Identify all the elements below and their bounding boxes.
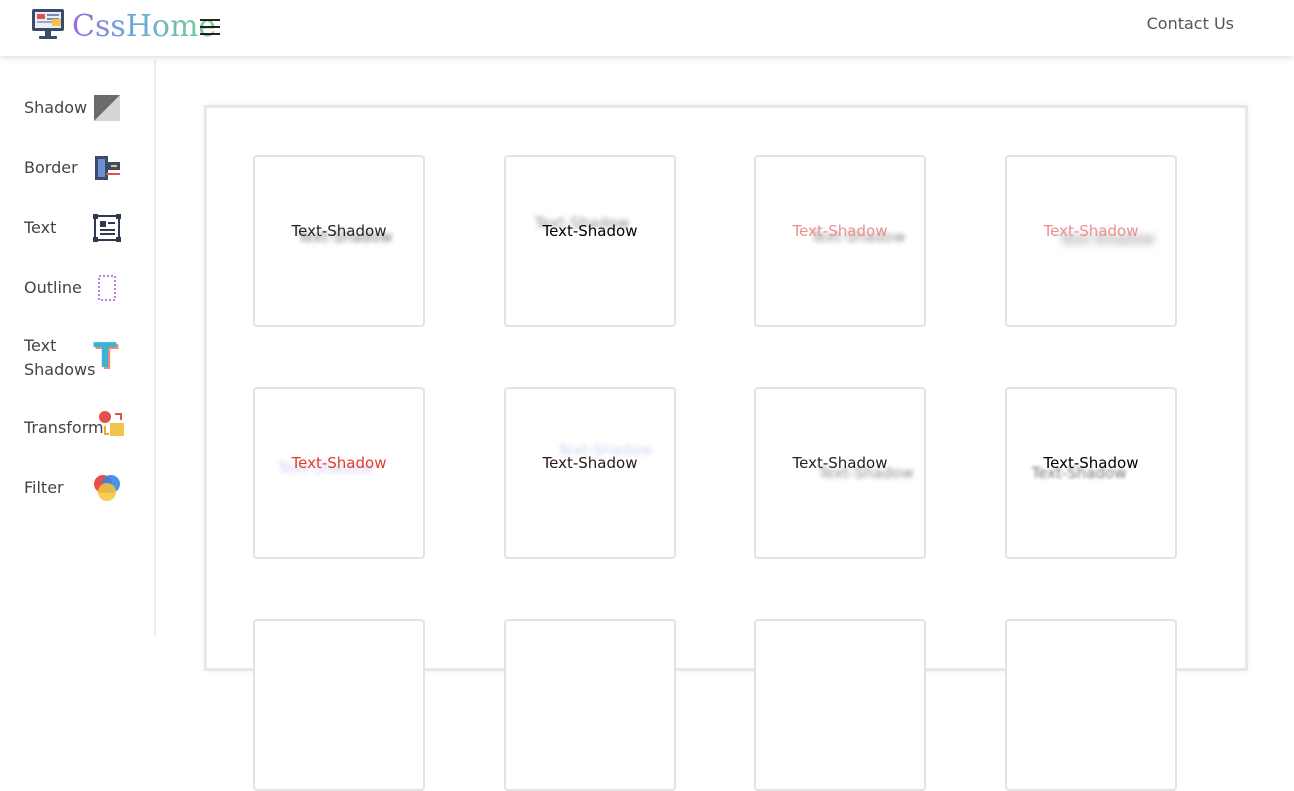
sidebar: Shadow Border Text Outline Text Shadows … (0, 60, 156, 636)
outline-icon (98, 275, 116, 301)
text-icon (93, 214, 121, 242)
text-shadow-demo: Text-Shadow (792, 222, 888, 240)
text-shadow-demo: Text-Shadow (542, 454, 638, 472)
sidebar-item-text-shadows[interactable]: Text Shadows T T (24, 334, 119, 382)
sidebar-item-transform[interactable]: Transform (24, 411, 144, 440)
text-shadow-card-4[interactable]: Text-Shadow (1005, 155, 1177, 327)
text-shadow-card-6[interactable]: Text-Shadow (504, 387, 676, 559)
svg-text:T: T (93, 342, 117, 372)
text-shadow-demo: Text-Shadow (1043, 454, 1139, 472)
sidebar-item-filter[interactable]: Filter (24, 475, 144, 501)
sidebar-item-outline[interactable]: Outline (24, 275, 144, 301)
text-shadow-demo: Text-Shadow (542, 222, 638, 240)
contact-us-link[interactable]: Contact Us (1147, 14, 1234, 33)
hamburger-menu-icon[interactable] (200, 19, 220, 36)
text-shadow-gallery-panel: Text-Shadow Text-Shadow Text-Shadow Text… (204, 105, 1248, 791)
logo-monitor-icon[interactable] (30, 6, 66, 42)
text-shadow-card-8[interactable]: Text-Shadow (1005, 387, 1177, 559)
text-shadow-card-2[interactable]: Text-Shadow (504, 155, 676, 327)
text-shadow-demo: Text-Shadow (291, 222, 387, 240)
text-shadow-card-5[interactable]: Text-Shadow (253, 387, 425, 559)
text-shadow-card-9[interactable] (253, 619, 425, 791)
text-shadow-card-10[interactable] (504, 619, 676, 791)
top-header: CssHome Contact Us (0, 0, 1294, 56)
sidebar-item-label: Transform (24, 418, 104, 437)
brand-logo[interactable]: CssHome (72, 9, 216, 45)
sidebar-item-label: Text Shadows (24, 336, 96, 379)
sidebar-item-label: Outline (24, 278, 82, 297)
border-icon (95, 156, 120, 180)
text-shadow-card-3[interactable]: Text-Shadow (754, 155, 926, 327)
filter-icon (94, 475, 120, 501)
sidebar-item-label: Border (24, 158, 78, 177)
sidebar-item-text[interactable]: Text (24, 214, 144, 242)
text-shadow-card-11[interactable] (754, 619, 926, 791)
text-shadow-demo: Text-Shadow (291, 454, 387, 472)
text-shadow-card-7[interactable]: Text-Shadow (754, 387, 926, 559)
text-shadow-demo: Text-Shadow (1043, 222, 1139, 240)
shadow-icon (94, 95, 120, 121)
transform-icon (99, 411, 124, 436)
text-shadow-card-1[interactable]: Text-Shadow (253, 155, 425, 327)
sidebar-item-label: Filter (24, 478, 64, 497)
text-shadows-icon: T T (93, 342, 119, 372)
sidebar-item-label: Shadow (24, 98, 88, 117)
sidebar-item-shadow[interactable]: Shadow (24, 95, 144, 121)
text-shadow-demo: Text-Shadow (792, 454, 888, 472)
sidebar-item-border[interactable]: Border (24, 156, 144, 180)
sidebar-item-label: Text (24, 218, 57, 237)
text-shadow-card-12[interactable] (1005, 619, 1177, 791)
